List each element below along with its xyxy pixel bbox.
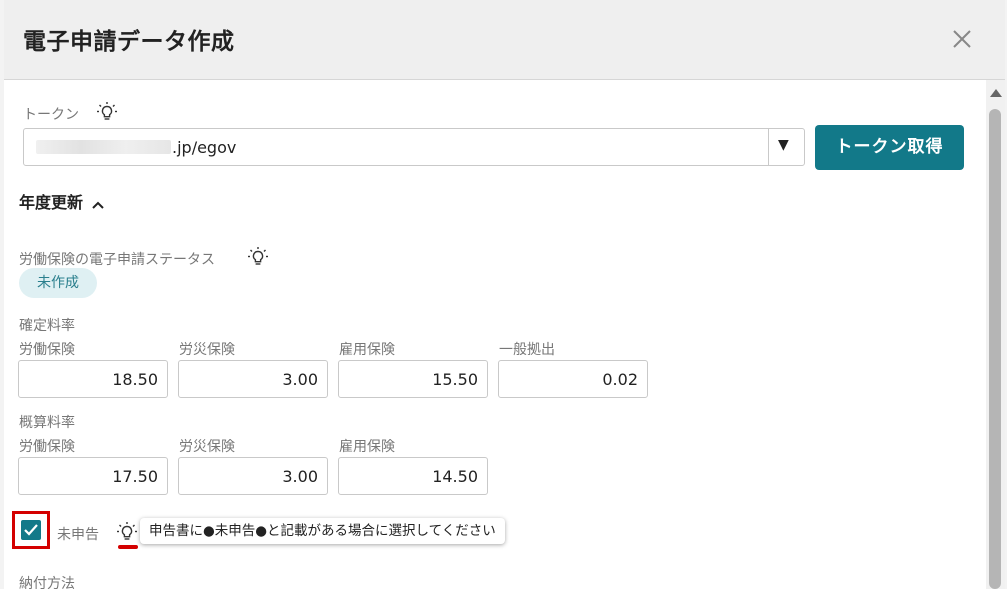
get-token-button[interactable]: トークン取得 — [815, 125, 964, 170]
annual-update-label: 年度更新 — [19, 193, 84, 212]
fixed-employment-insurance-label: 雇用保険 — [339, 342, 395, 358]
lightbulb-icon[interactable] — [116, 521, 138, 543]
est-labor-insurance-value: 17.50 — [112, 467, 158, 486]
est-labor-insurance-label: 労働保険 — [19, 439, 75, 455]
lightbulb-icon[interactable] — [96, 101, 118, 123]
fixed-labor-insurance-label: 労働保険 — [19, 342, 75, 358]
estimated-rate-label: 概算料率 — [19, 415, 75, 431]
fixed-general-contribution-label: 一般拠出 — [499, 342, 555, 358]
scroll-up-icon[interactable] — [990, 89, 1002, 97]
dropdown-arrow-icon[interactable]: ▼ — [778, 137, 789, 153]
est-workers-comp-field[interactable]: 3.00 — [178, 457, 328, 495]
close-button[interactable] — [946, 23, 978, 55]
close-icon — [953, 30, 971, 48]
unfiled-label: 未申告 — [57, 527, 99, 543]
fixed-rate-label: 確定料率 — [19, 318, 75, 334]
lightbulb-icon[interactable] — [247, 246, 269, 268]
annual-update-toggle[interactable]: 年度更新 — [19, 189, 104, 213]
unfiled-tooltip: 申告書に●未申告●と記載がある場合に選択してください — [140, 518, 505, 544]
scroll-thumb[interactable] — [989, 109, 1001, 589]
status-label: 労働保険の電子申請ステータス — [19, 252, 215, 268]
fixed-general-contribution-value: 0.02 — [602, 370, 638, 389]
est-workers-comp-label: 労災保険 — [179, 439, 235, 455]
checkbox-highlight — [12, 511, 50, 549]
fixed-employment-insurance-value: 15.50 — [432, 370, 478, 389]
payment-method-label: 納付方法 — [19, 576, 75, 589]
est-workers-comp-value: 3.00 — [282, 467, 318, 486]
highlight-underline — [118, 545, 138, 549]
token-label: トークン — [23, 107, 79, 123]
dialog-header: 電子申請データ作成 — [4, 0, 1005, 80]
dialog: 電子申請データ作成 トークン .jp/egov ▼ トークン取得 年度更新 労働… — [4, 0, 1005, 589]
est-employment-insurance-field[interactable]: 14.50 — [338, 457, 488, 495]
est-labor-insurance-field[interactable]: 17.50 — [18, 457, 168, 495]
fixed-workers-comp-value: 3.00 — [282, 370, 318, 389]
token-select-value: .jp/egov — [172, 138, 237, 157]
unfiled-checkbox[interactable] — [21, 520, 41, 540]
status-badge: 未作成 — [19, 268, 97, 298]
fixed-general-contribution-field[interactable]: 0.02 — [498, 360, 648, 398]
est-employment-insurance-label: 雇用保険 — [339, 439, 395, 455]
token-select[interactable]: .jp/egov ▼ — [23, 128, 805, 166]
fixed-labor-insurance-value: 18.50 — [112, 370, 158, 389]
fixed-workers-comp-field[interactable]: 3.00 — [178, 360, 328, 398]
fixed-labor-insurance-field[interactable]: 18.50 — [18, 360, 168, 398]
chevron-up-icon — [91, 198, 104, 210]
scrollbar[interactable] — [986, 80, 1005, 589]
check-icon — [24, 524, 38, 536]
dialog-title: 電子申請データ作成 — [23, 29, 235, 55]
select-divider — [768, 129, 769, 165]
est-employment-insurance-value: 14.50 — [432, 467, 478, 486]
fixed-workers-comp-label: 労災保険 — [179, 342, 235, 358]
token-host-redacted — [36, 140, 171, 154]
fixed-employment-insurance-field[interactable]: 15.50 — [338, 360, 488, 398]
